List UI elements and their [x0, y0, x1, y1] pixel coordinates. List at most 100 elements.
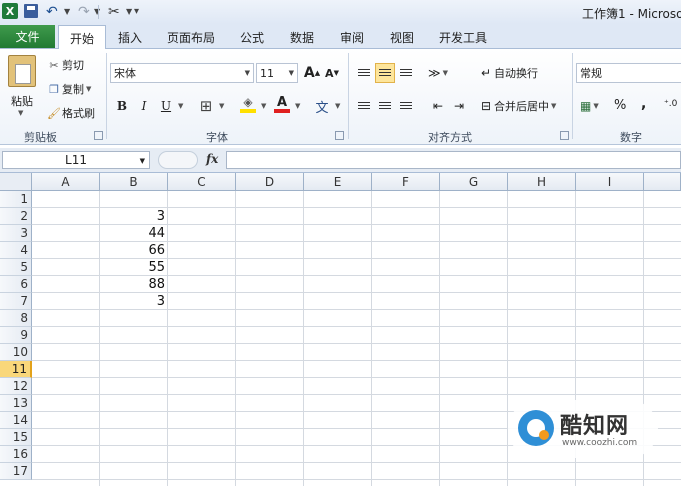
tab-home[interactable]: 开始 — [58, 25, 106, 50]
orientation-button[interactable]: ≫ ▼ — [428, 63, 448, 83]
cell-b3[interactable]: 44 — [100, 225, 168, 242]
undo-icon[interactable]: ↶ — [46, 3, 58, 20]
save-icon[interactable] — [24, 4, 38, 18]
currency-icon: ▦ — [580, 99, 592, 113]
name-box[interactable]: L11 ▼ — [2, 151, 150, 169]
column-header-f[interactable]: F — [372, 173, 440, 191]
paste-icon[interactable] — [8, 55, 36, 87]
number-format-select[interactable]: 常规 — [576, 63, 681, 83]
paste-dropdown-icon[interactable]: ▼ — [16, 109, 23, 117]
cell-b5[interactable]: 55 — [100, 259, 168, 276]
paintbrush-icon: 🖌 — [47, 106, 61, 120]
select-all-corner[interactable] — [0, 173, 32, 191]
column-header-b[interactable]: B — [100, 173, 168, 191]
tab-developer[interactable]: 开发工具 — [432, 26, 494, 48]
row-header-5[interactable]: 5 — [0, 259, 32, 276]
copy-button[interactable]: ❐ 复制 ▼ — [46, 81, 91, 97]
wrap-text-button[interactable]: ↵ 自动换行 — [478, 65, 538, 81]
font-dialog-launcher-icon[interactable] — [335, 131, 344, 140]
row-header-10[interactable]: 10 — [0, 344, 32, 361]
tab-insert[interactable]: 插入 — [108, 26, 152, 48]
accounting-format-button[interactable]: ▦ ▼ — [580, 99, 599, 113]
grow-font-button[interactable]: A ▲ — [302, 63, 322, 83]
fill-color-dropdown-icon[interactable]: ▼ — [259, 102, 266, 110]
align-right-button[interactable] — [396, 96, 416, 116]
tool-icon[interactable]: ✂ — [108, 3, 120, 20]
row-header-3[interactable]: 3 — [0, 225, 32, 242]
row-header-15[interactable]: 15 — [0, 429, 32, 446]
redo-icon[interactable]: ↷ — [78, 3, 90, 20]
row-header-14[interactable]: 14 — [0, 412, 32, 429]
increase-indent-button[interactable]: ⇥ — [449, 96, 469, 116]
cell-b7[interactable]: 3 — [100, 293, 168, 310]
increase-decimal-icon[interactable]: ⁺.0 — [664, 99, 677, 109]
align-left-button[interactable] — [354, 96, 374, 116]
phonetic-dropdown-icon[interactable]: ▼ — [333, 102, 340, 110]
border-icon[interactable]: ⊞ — [196, 96, 216, 116]
column-header-partial[interactable] — [644, 173, 681, 191]
column-header-i[interactable]: I — [576, 173, 644, 191]
row-header-16[interactable]: 16 — [0, 446, 32, 463]
column-header-c[interactable]: C — [168, 173, 236, 191]
percent-style-button[interactable]: % — [614, 98, 626, 113]
alignment-dialog-launcher-icon[interactable] — [560, 131, 569, 140]
underline-button[interactable]: U — [156, 96, 176, 116]
font-size-select[interactable]: 11 ▼ — [256, 63, 298, 83]
column-header-a[interactable]: A — [32, 173, 100, 191]
row-header-9[interactable]: 9 — [0, 327, 32, 344]
row-header-4[interactable]: 4 — [0, 242, 32, 259]
font-color-button[interactable]: A — [272, 94, 292, 114]
merge-dropdown-icon[interactable]: ▼ — [551, 102, 556, 110]
insert-function-icon[interactable]: fx — [206, 152, 218, 166]
column-header-h[interactable]: H — [508, 173, 576, 191]
tab-view[interactable]: 视图 — [382, 26, 422, 48]
cut-button[interactable]: ✂ 剪切 — [46, 57, 84, 73]
cell-b2[interactable]: 3 — [100, 208, 168, 225]
bold-button[interactable]: B — [112, 96, 132, 116]
italic-button[interactable]: I — [134, 96, 154, 116]
underline-dropdown-icon[interactable]: ▼ — [176, 102, 183, 110]
undo-dropdown-icon[interactable]: ▼ — [64, 3, 70, 20]
row-header-2[interactable]: 2 — [0, 208, 32, 225]
tab-review[interactable]: 审阅 — [332, 26, 372, 48]
top-align-button[interactable] — [354, 63, 374, 83]
merge-center-button[interactable]: ⊟ 合并后居中 ▼ — [478, 98, 556, 114]
tool-dropdown-icon[interactable]: ▼ — [126, 3, 132, 20]
cell-b6[interactable]: 88 — [100, 276, 168, 293]
tab-formulas[interactable]: 公式 — [232, 26, 272, 48]
column-header-g[interactable]: G — [440, 173, 508, 191]
decrease-indent-button[interactable]: ⇤ — [428, 96, 448, 116]
row-header-8[interactable]: 8 — [0, 310, 32, 327]
column-header-e[interactable]: E — [304, 173, 372, 191]
copy-dropdown-icon[interactable]: ▼ — [86, 85, 91, 93]
row-header-7[interactable]: 7 — [0, 293, 32, 310]
border-dropdown-icon[interactable]: ▼ — [217, 102, 224, 110]
paste-button[interactable]: 粘贴 — [11, 93, 33, 109]
excel-app-icon[interactable]: X — [2, 3, 18, 19]
clipboard-dialog-launcher-icon[interactable] — [94, 131, 103, 140]
quick-access-divider — [98, 5, 99, 19]
formula-input[interactable] — [226, 151, 681, 169]
font-color-dropdown-icon[interactable]: ▼ — [293, 102, 300, 110]
tab-data[interactable]: 数据 — [282, 26, 322, 48]
row-header-12[interactable]: 12 — [0, 378, 32, 395]
row-header-6[interactable]: 6 — [0, 276, 32, 293]
row-header-13[interactable]: 13 — [0, 395, 32, 412]
row-header-17[interactable]: 17 — [0, 463, 32, 480]
customize-quick-access-icon[interactable]: ▾ — [134, 3, 139, 20]
column-header-d[interactable]: D — [236, 173, 304, 191]
row-header-11[interactable]: 11 — [0, 361, 32, 378]
tab-file[interactable]: 文件 — [0, 25, 55, 48]
phonetic-guide-button[interactable]: 文 — [312, 96, 332, 116]
middle-align-button[interactable] — [375, 63, 395, 83]
format-painter-button[interactable]: 🖌 格式刷 — [46, 105, 95, 121]
row-header-1[interactable]: 1 — [0, 191, 32, 208]
cell-b4[interactable]: 66 — [100, 242, 168, 259]
fill-color-button[interactable]: ◈ — [238, 94, 258, 114]
shrink-font-button[interactable]: A ▼ — [322, 63, 342, 83]
tab-page-layout[interactable]: 页面布局 — [160, 26, 222, 48]
bottom-align-button[interactable] — [396, 63, 416, 83]
align-center-button[interactable] — [375, 96, 395, 116]
font-name-select[interactable]: 宋体 ▼ — [110, 63, 254, 83]
comma-style-button[interactable]: , — [641, 96, 646, 112]
